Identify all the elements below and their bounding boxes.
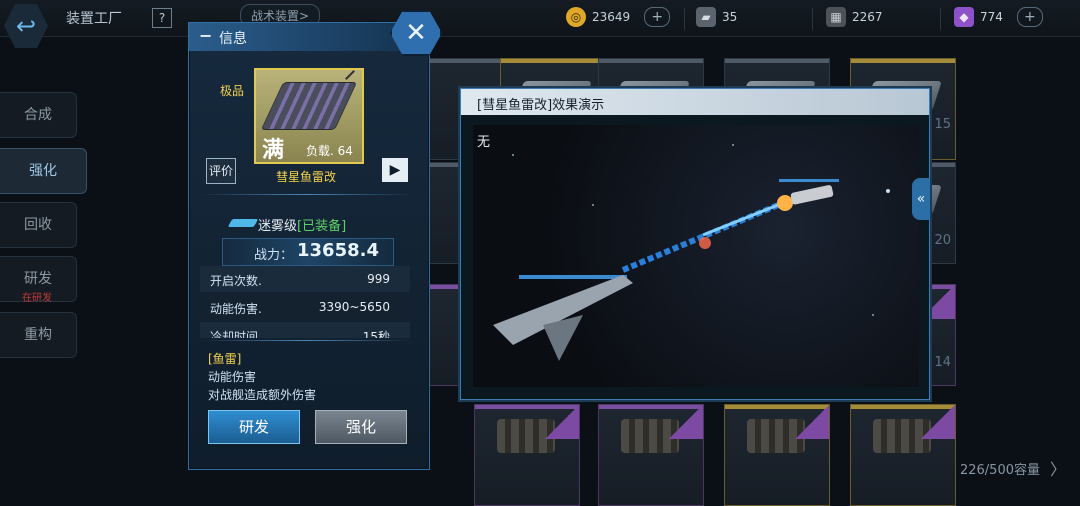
rate-button[interactable]: 评价: [206, 158, 236, 184]
demo-viewport: [473, 125, 919, 387]
effect-demo-window: [彗星鱼雷改]效果演示 无: [460, 88, 930, 400]
top-bar: ↩ 装置工厂 ? 战术装置> ◎ 23649 + ▰ 35 ▦ 2267 ◆ 7…: [0, 0, 1080, 48]
page-title: 装置工厂: [66, 11, 122, 27]
back-arrow-icon[interactable]: ↩: [4, 4, 48, 48]
card-cap: [599, 59, 703, 63]
resource-crate-value: 2267: [852, 10, 883, 24]
stat-key: 冷却时间.: [210, 330, 262, 338]
device-level: 14: [934, 355, 951, 370]
device-card[interactable]: [474, 404, 580, 506]
power-label: 战力：: [254, 248, 294, 263]
item-description-line: 动能伤害: [208, 370, 257, 384]
device-card[interactable]: [724, 404, 830, 506]
divider: [812, 8, 813, 30]
info-title: 信息: [219, 31, 247, 47]
resource-crate: ▦ 2267: [826, 6, 883, 28]
star: [886, 189, 890, 193]
item-name: 彗星鱼雷改: [276, 170, 337, 184]
demo-scene: [493, 144, 890, 361]
ship-part-icon: ▰: [696, 7, 716, 27]
device-level: 20: [934, 233, 951, 248]
nav-item-recycle[interactable]: 回收: [0, 202, 77, 248]
stat-key: 开启次数.: [210, 274, 262, 288]
upgrade-button[interactable]: 强化: [315, 410, 407, 444]
stats-list[interactable]: 开启次数. 999 动能伤害. 3390~5650 冷却时间. 15秒: [200, 266, 410, 338]
stat-key: 动能伤害.: [210, 302, 262, 316]
equipped-corner-badge: [795, 405, 829, 439]
capacity-counter: 226/500容量: [959, 463, 1040, 478]
research-button[interactable]: 研发: [208, 410, 300, 444]
ship-class-label: 迷雾级[已装备]: [258, 215, 346, 234]
stat-row: 冷却时间. 15秒: [200, 322, 410, 338]
resource-coin-value: 23649: [592, 10, 631, 24]
stat-value: 999: [367, 272, 390, 286]
card-cap: [501, 59, 605, 63]
item-description-line: 对战舰造成额外伤害: [208, 388, 317, 402]
device-card[interactable]: [850, 404, 956, 506]
torpedo-module-icon: [260, 82, 358, 130]
star: [592, 204, 594, 206]
torpedo-beam: [702, 201, 784, 237]
crate-icon: ▦: [826, 7, 846, 27]
card-cap: [851, 59, 955, 63]
demo-collapse-icon[interactable]: «: [912, 178, 930, 220]
stat-row: 动能伤害. 3390~5650: [200, 294, 410, 320]
nav-item-rebuild[interactable]: 重构: [0, 312, 77, 358]
player-health-bar: [519, 275, 627, 279]
enemy-ship: [790, 185, 834, 205]
equipped-corner-badge: [545, 405, 579, 439]
research-status-label: 在研发: [22, 293, 52, 304]
capacity-next-icon[interactable]: 〉: [1050, 456, 1066, 480]
equipped-status: [已装备]: [297, 219, 347, 234]
help-button[interactable]: ?: [152, 8, 172, 28]
divider: [684, 8, 685, 30]
equipped-corner-badge: [669, 405, 703, 439]
ship-class-name: 迷雾级: [258, 219, 298, 234]
demo-description: 无: [477, 135, 491, 150]
resource-ship-part-value: 35: [722, 10, 738, 24]
stat-value: 3390~5650: [318, 300, 390, 314]
resource-coin: ◎ 23649 +: [566, 6, 671, 28]
star: [872, 314, 874, 316]
divider: [200, 340, 412, 341]
item-corner-mark: [345, 70, 355, 80]
item-quality: 极品: [220, 84, 245, 98]
item-type-tag: [鱼雷]: [208, 352, 242, 366]
play-demo-button[interactable]: ▶: [382, 158, 408, 182]
star: [512, 154, 514, 156]
resource-purple-chip: ◆ 774 +: [954, 6, 1043, 28]
card-cap: [725, 59, 829, 63]
torpedo-flare: [699, 237, 711, 249]
divider: [200, 194, 412, 195]
divider: [940, 8, 941, 30]
enemy-health-bar: [779, 179, 839, 182]
device-level: 15: [934, 117, 951, 132]
collapse-icon[interactable]: −: [199, 26, 212, 45]
add-coin-button[interactable]: +: [644, 7, 671, 27]
impact-explosion: [777, 195, 793, 211]
power-value: 13658.4: [297, 240, 379, 261]
coin-icon: ◎: [566, 7, 586, 27]
stat-row: 开启次数. 999: [200, 266, 410, 292]
full-level-tag: 满: [262, 138, 285, 163]
device-card[interactable]: [598, 404, 704, 506]
equipped-corner-badge: [921, 405, 955, 439]
nav-item-enhance[interactable]: 强化: [0, 148, 87, 194]
add-purple-chip-button[interactable]: +: [1016, 7, 1043, 27]
nav-item-compose[interactable]: 合成: [0, 92, 77, 138]
stat-value: 15秒: [362, 330, 390, 338]
star: [732, 144, 734, 146]
item-icon[interactable]: 满 负载. 64: [254, 68, 364, 164]
demo-title: [彗星鱼雷改]效果演示: [477, 98, 605, 113]
resource-purple-chip-value: 774: [980, 10, 1003, 24]
item-load: 负载. 64: [306, 144, 353, 158]
resource-ship-part: ▰ 35: [696, 6, 737, 28]
ship-class-icon: [227, 219, 259, 227]
purple-chip-icon: ◆: [954, 7, 974, 27]
